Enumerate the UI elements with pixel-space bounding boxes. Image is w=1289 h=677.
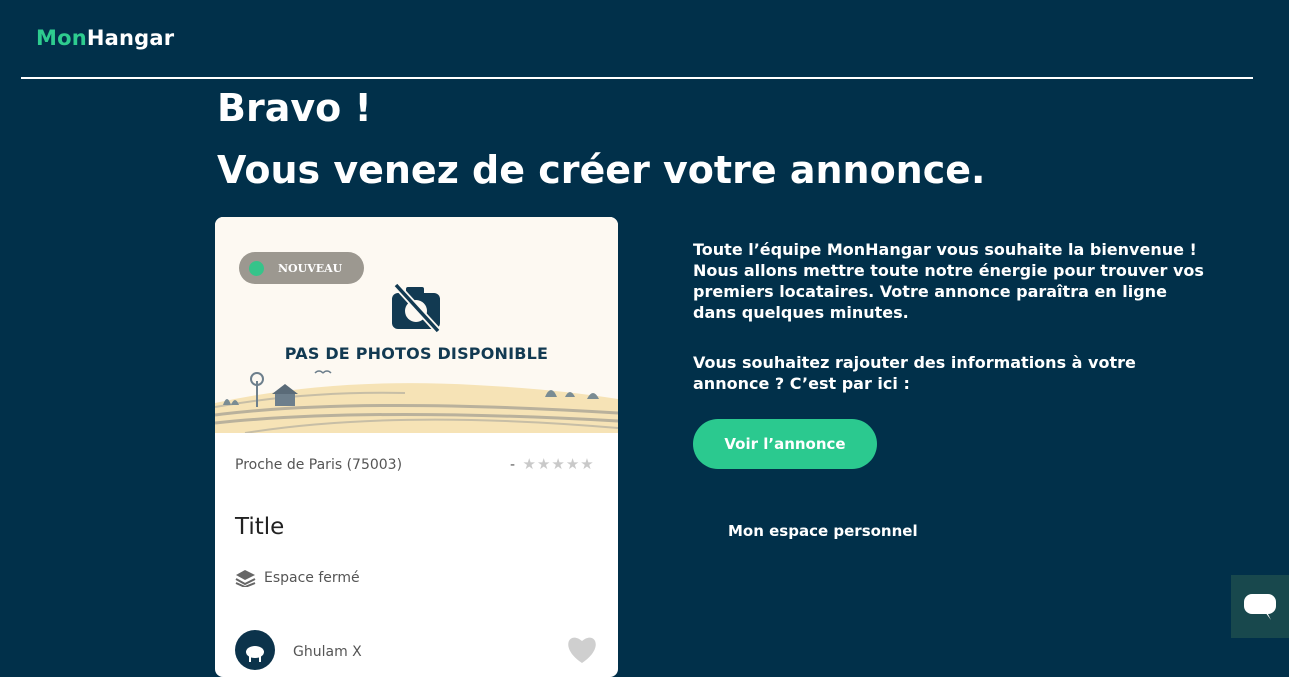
chat-button[interactable]	[1231, 575, 1289, 638]
page-title: Bravo !	[217, 86, 372, 130]
listing-rating: - ★★★★★	[510, 455, 595, 473]
space-type-label: Espace fermé	[264, 570, 360, 586]
welcome-text: Toute l’équipe MonHangar vous souhaite l…	[693, 240, 1204, 322]
heart-icon[interactable]	[565, 634, 599, 664]
stack-icon	[235, 570, 256, 587]
space-type: Espace fermé	[235, 569, 360, 587]
new-badge: NOUVEAU	[239, 252, 364, 284]
listing-card[interactable]: NOUVEAU PAS DE PHOTOS DISPONIBLE Proche …	[215, 217, 618, 677]
rating-stars: ★★★★★	[522, 455, 595, 473]
farm-landscape-illustration	[215, 370, 618, 433]
badge-label: NOUVEAU	[278, 261, 343, 275]
question-text: Vous souhaitez rajouter des informations…	[693, 353, 1136, 393]
owner-name: Ghulam X	[293, 644, 362, 660]
listing-location: Proche de Paris (75003)	[235, 457, 403, 473]
no-photo-text: PAS DE PHOTOS DISPONIBLE	[284, 344, 549, 363]
logo-hangar: Hangar	[86, 26, 175, 50]
personal-space-link[interactable]: Mon espace personnel	[728, 522, 918, 540]
page-subtitle: Vous venez de créer votre annonce.	[217, 148, 986, 192]
logo-mon: Mon	[36, 26, 87, 50]
camera-off-icon	[392, 283, 441, 334]
rating-prefix: -	[510, 457, 516, 473]
owner-avatar[interactable]	[235, 630, 275, 670]
logo[interactable]: MonHangar	[36, 26, 174, 50]
listing-title: Title	[235, 514, 285, 540]
view-listing-button[interactable]: Voir l’annonce	[693, 419, 877, 469]
chat-icon	[1244, 593, 1276, 620]
sheep-icon	[246, 646, 264, 662]
header-divider	[21, 77, 1253, 79]
badge-dot	[249, 260, 264, 276]
listing-image: NOUVEAU PAS DE PHOTOS DISPONIBLE	[215, 217, 618, 433]
